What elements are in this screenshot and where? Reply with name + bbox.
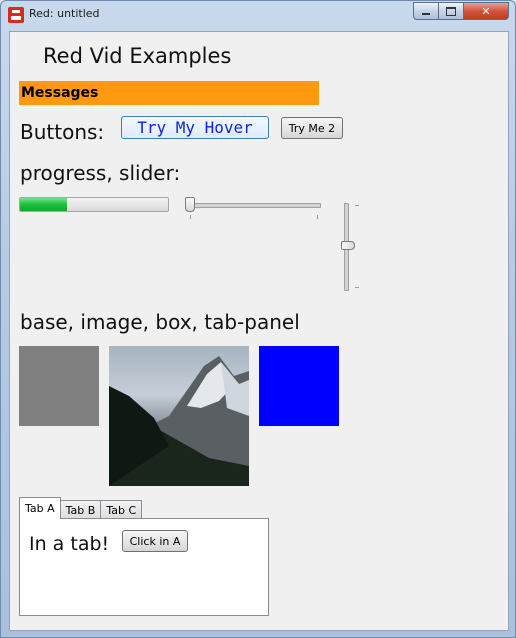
slider-tick [190, 215, 191, 219]
tab-text: In a tab! [29, 533, 110, 555]
page-title: Red Vid Examples [43, 44, 232, 68]
title-bar[interactable]: Red: untitled ✕ [1, 1, 515, 27]
minimize-icon [422, 13, 430, 15]
tab-b[interactable]: Tab B [59, 500, 102, 519]
tab-c[interactable]: Tab C [100, 500, 143, 519]
maximize-icon [446, 6, 456, 16]
buttons-label: Buttons: [20, 120, 105, 144]
window-title: Red: untitled [29, 7, 100, 20]
close-icon: ✕ [481, 4, 491, 18]
red-logo-icon [8, 7, 24, 23]
app-window: Red: untitled ✕ Red Vid Examples Message… [0, 0, 516, 638]
progress-fill [20, 198, 68, 211]
slider-tick [317, 215, 318, 219]
try-me-2-button[interactable]: Try Me 2 [281, 117, 343, 139]
minimize-button[interactable] [413, 2, 439, 20]
horizontal-slider-track[interactable] [187, 203, 321, 208]
mountain-image [109, 346, 249, 486]
maximize-button[interactable] [439, 2, 464, 20]
horizontal-slider-thumb[interactable] [185, 197, 195, 212]
slider-tick [355, 287, 359, 288]
base-gray-box [19, 346, 99, 426]
window-controls: ✕ [413, 2, 509, 20]
try-my-hover-button[interactable]: Try My Hover [121, 116, 269, 139]
click-in-a-button[interactable]: Click in A [122, 530, 188, 552]
tab-bar: Tab A Tab B Tab C [19, 497, 143, 519]
client-area: Red Vid Examples Messages Buttons: Try M… [9, 31, 509, 631]
vertical-slider-thumb[interactable] [341, 241, 355, 250]
base-label: base, image, box, tab-panel [20, 310, 300, 334]
blue-box [259, 346, 339, 426]
progress-slider-label: progress, slider: [20, 161, 181, 185]
tab-a[interactable]: Tab A [19, 497, 61, 519]
progress-bar [19, 197, 169, 212]
mountain-image-graphic [109, 356, 249, 486]
close-button[interactable]: ✕ [464, 2, 509, 20]
slider-tick [355, 205, 359, 206]
messages-bar: Messages [19, 81, 319, 105]
